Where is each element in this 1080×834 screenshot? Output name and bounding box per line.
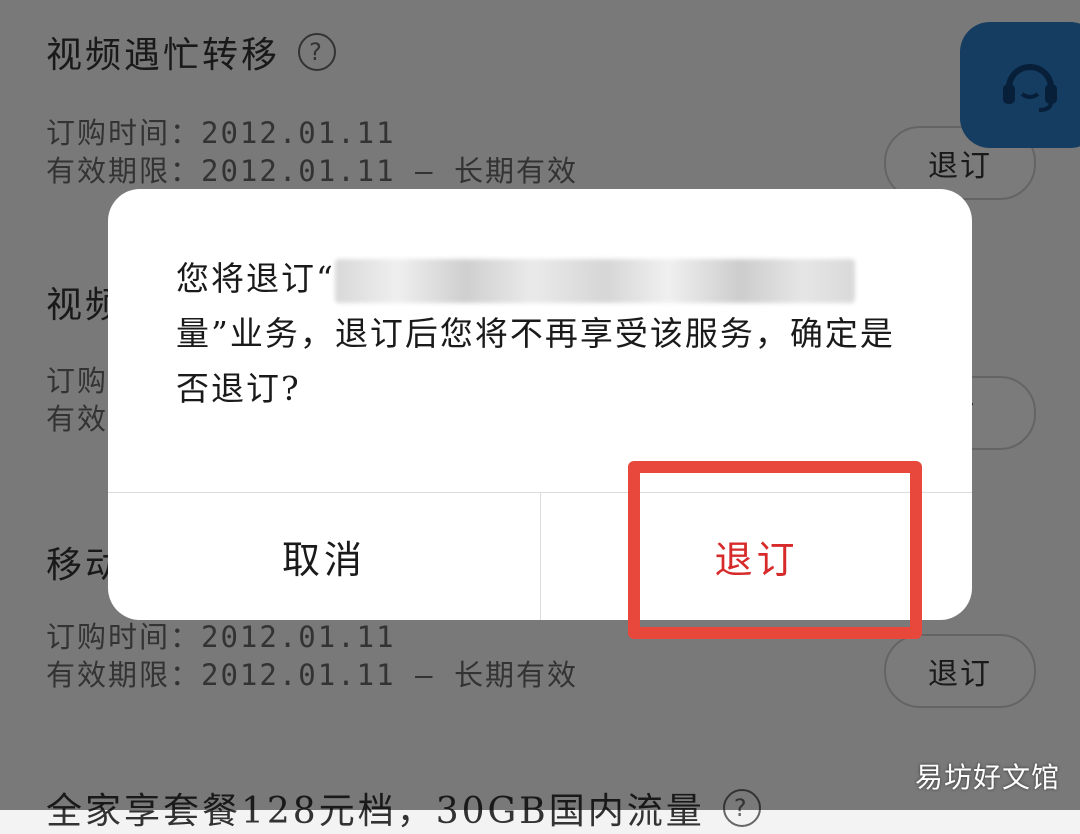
dialog-cancel-button[interactable]: 取消 xyxy=(108,493,540,620)
watermark: 易坊好文馆 xyxy=(914,761,1060,794)
dialog-message: 您将退订“量”业务，退订后您将不再享受该服务，确定是否退订? xyxy=(176,259,895,408)
annotation-highlight-box xyxy=(628,461,922,639)
redacted-service-name xyxy=(334,259,855,303)
